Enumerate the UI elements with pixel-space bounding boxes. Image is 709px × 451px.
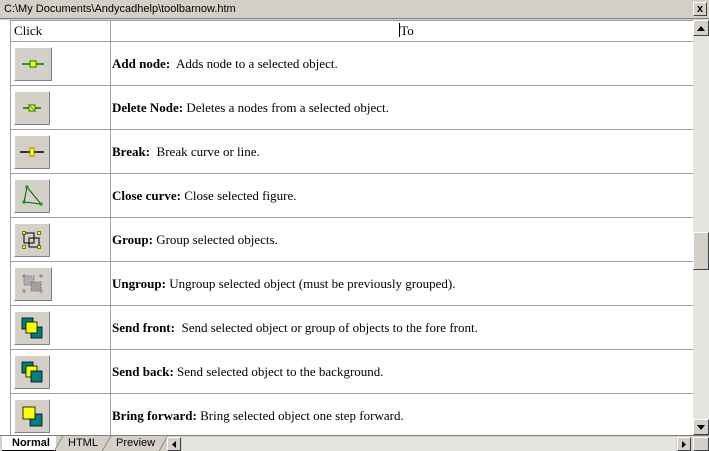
tool-description: Deletes a nodes from a selected object. xyxy=(186,99,389,115)
tool-description: Close selected figure. xyxy=(184,187,297,203)
table-row: Close curve: Close selected figure. xyxy=(10,173,693,218)
scroll-right-button[interactable] xyxy=(677,437,691,451)
column-header-to-label: To xyxy=(400,23,414,38)
tool-description: Ungroup selected object (must be previou… xyxy=(169,275,456,291)
send-back-icon xyxy=(21,361,43,382)
table-row: Group: Group selected objects. xyxy=(10,217,693,262)
arrow-left-icon xyxy=(172,440,176,448)
arrow-up-icon xyxy=(697,25,705,31)
scroll-up-button[interactable] xyxy=(693,20,709,36)
tool-name: Break: xyxy=(112,143,151,159)
tool-description: Send selected object or group of objects… xyxy=(181,319,478,335)
tool-name: Add node: xyxy=(112,55,171,71)
tool-description: Bring selected object one step forward. xyxy=(200,407,404,423)
tab-scroll-left-button[interactable] xyxy=(167,437,181,451)
tool-description: Adds node to a selected object. xyxy=(175,55,338,71)
table-row: Ungroup: Ungroup selected object (must b… xyxy=(10,261,693,306)
add-node-icon xyxy=(22,60,44,67)
window-titlebar: C:\My Documents\Andycadhelp\toolbarnow.h… xyxy=(0,0,709,19)
tool-description: Group selected objects. xyxy=(156,231,278,247)
bring-forward-button[interactable] xyxy=(14,398,50,433)
toolbar-table: Click To Add node: Adds node to a select… xyxy=(10,20,693,435)
view-tabs-bar: Normal HTML Preview xyxy=(0,435,709,451)
table-row: Send back: Send selected object to the b… xyxy=(10,349,693,394)
send-front-icon xyxy=(21,317,43,338)
ungroup-icon xyxy=(22,274,43,292)
tool-name: Send front: xyxy=(112,319,175,335)
tool-name: Delete Node: xyxy=(112,99,184,115)
column-header-to: To xyxy=(110,20,693,42)
close-button[interactable]: x xyxy=(693,2,707,16)
column-header-click: Click xyxy=(10,20,111,42)
tool-name: Ungroup: xyxy=(112,275,166,291)
close-curve-button[interactable] xyxy=(14,178,50,213)
tool-name: Close curve: xyxy=(112,187,181,203)
tool-name: Send back: xyxy=(112,363,174,379)
bring-forward-icon xyxy=(22,406,43,426)
delete-node-icon xyxy=(23,103,41,112)
ungroup-button[interactable] xyxy=(14,266,52,301)
tool-description: Break curve or line. xyxy=(156,143,260,159)
scrollbar-thumb[interactable] xyxy=(693,232,709,270)
table-row: Break: Break curve or line. xyxy=(10,129,693,174)
table-row: Add node: Adds node to a selected object… xyxy=(10,41,693,86)
break-icon xyxy=(20,147,44,156)
break-button[interactable] xyxy=(14,134,50,169)
size-grip xyxy=(693,437,709,451)
arrow-down-icon xyxy=(697,424,705,430)
horizontal-scrollbar[interactable] xyxy=(182,437,676,451)
scroll-down-button[interactable] xyxy=(693,419,709,435)
tab-normal[interactable]: Normal xyxy=(2,436,56,451)
tool-name: Group: xyxy=(112,231,153,247)
tool-name: Bring forward: xyxy=(112,407,197,423)
send-back-button[interactable] xyxy=(14,354,50,389)
tab-html[interactable]: HTML xyxy=(58,436,104,451)
close-curve-icon xyxy=(22,185,43,205)
table-row: Delete Node: Deletes a nodes from a sele… xyxy=(10,85,693,130)
send-front-button[interactable] xyxy=(14,310,50,345)
delete-node-button[interactable] xyxy=(14,90,50,125)
group-button[interactable] xyxy=(14,222,50,257)
file-path: C:\My Documents\Andycadhelp\toolbarnow.h… xyxy=(4,3,236,15)
tab-preview[interactable]: Preview xyxy=(106,436,161,451)
table-header-row: Click To xyxy=(10,20,693,42)
group-icon xyxy=(22,230,41,249)
add-node-button[interactable] xyxy=(14,46,52,81)
tool-description: Send selected object to the background. xyxy=(177,363,384,379)
table-row: Bring forward: Bring selected object one… xyxy=(10,393,693,435)
table-row: Send front: Send selected object or grou… xyxy=(10,305,693,350)
arrow-right-icon xyxy=(682,440,686,448)
document-view[interactable]: Click To Add node: Adds node to a select… xyxy=(0,20,693,435)
vertical-scrollbar[interactable] xyxy=(693,20,709,435)
